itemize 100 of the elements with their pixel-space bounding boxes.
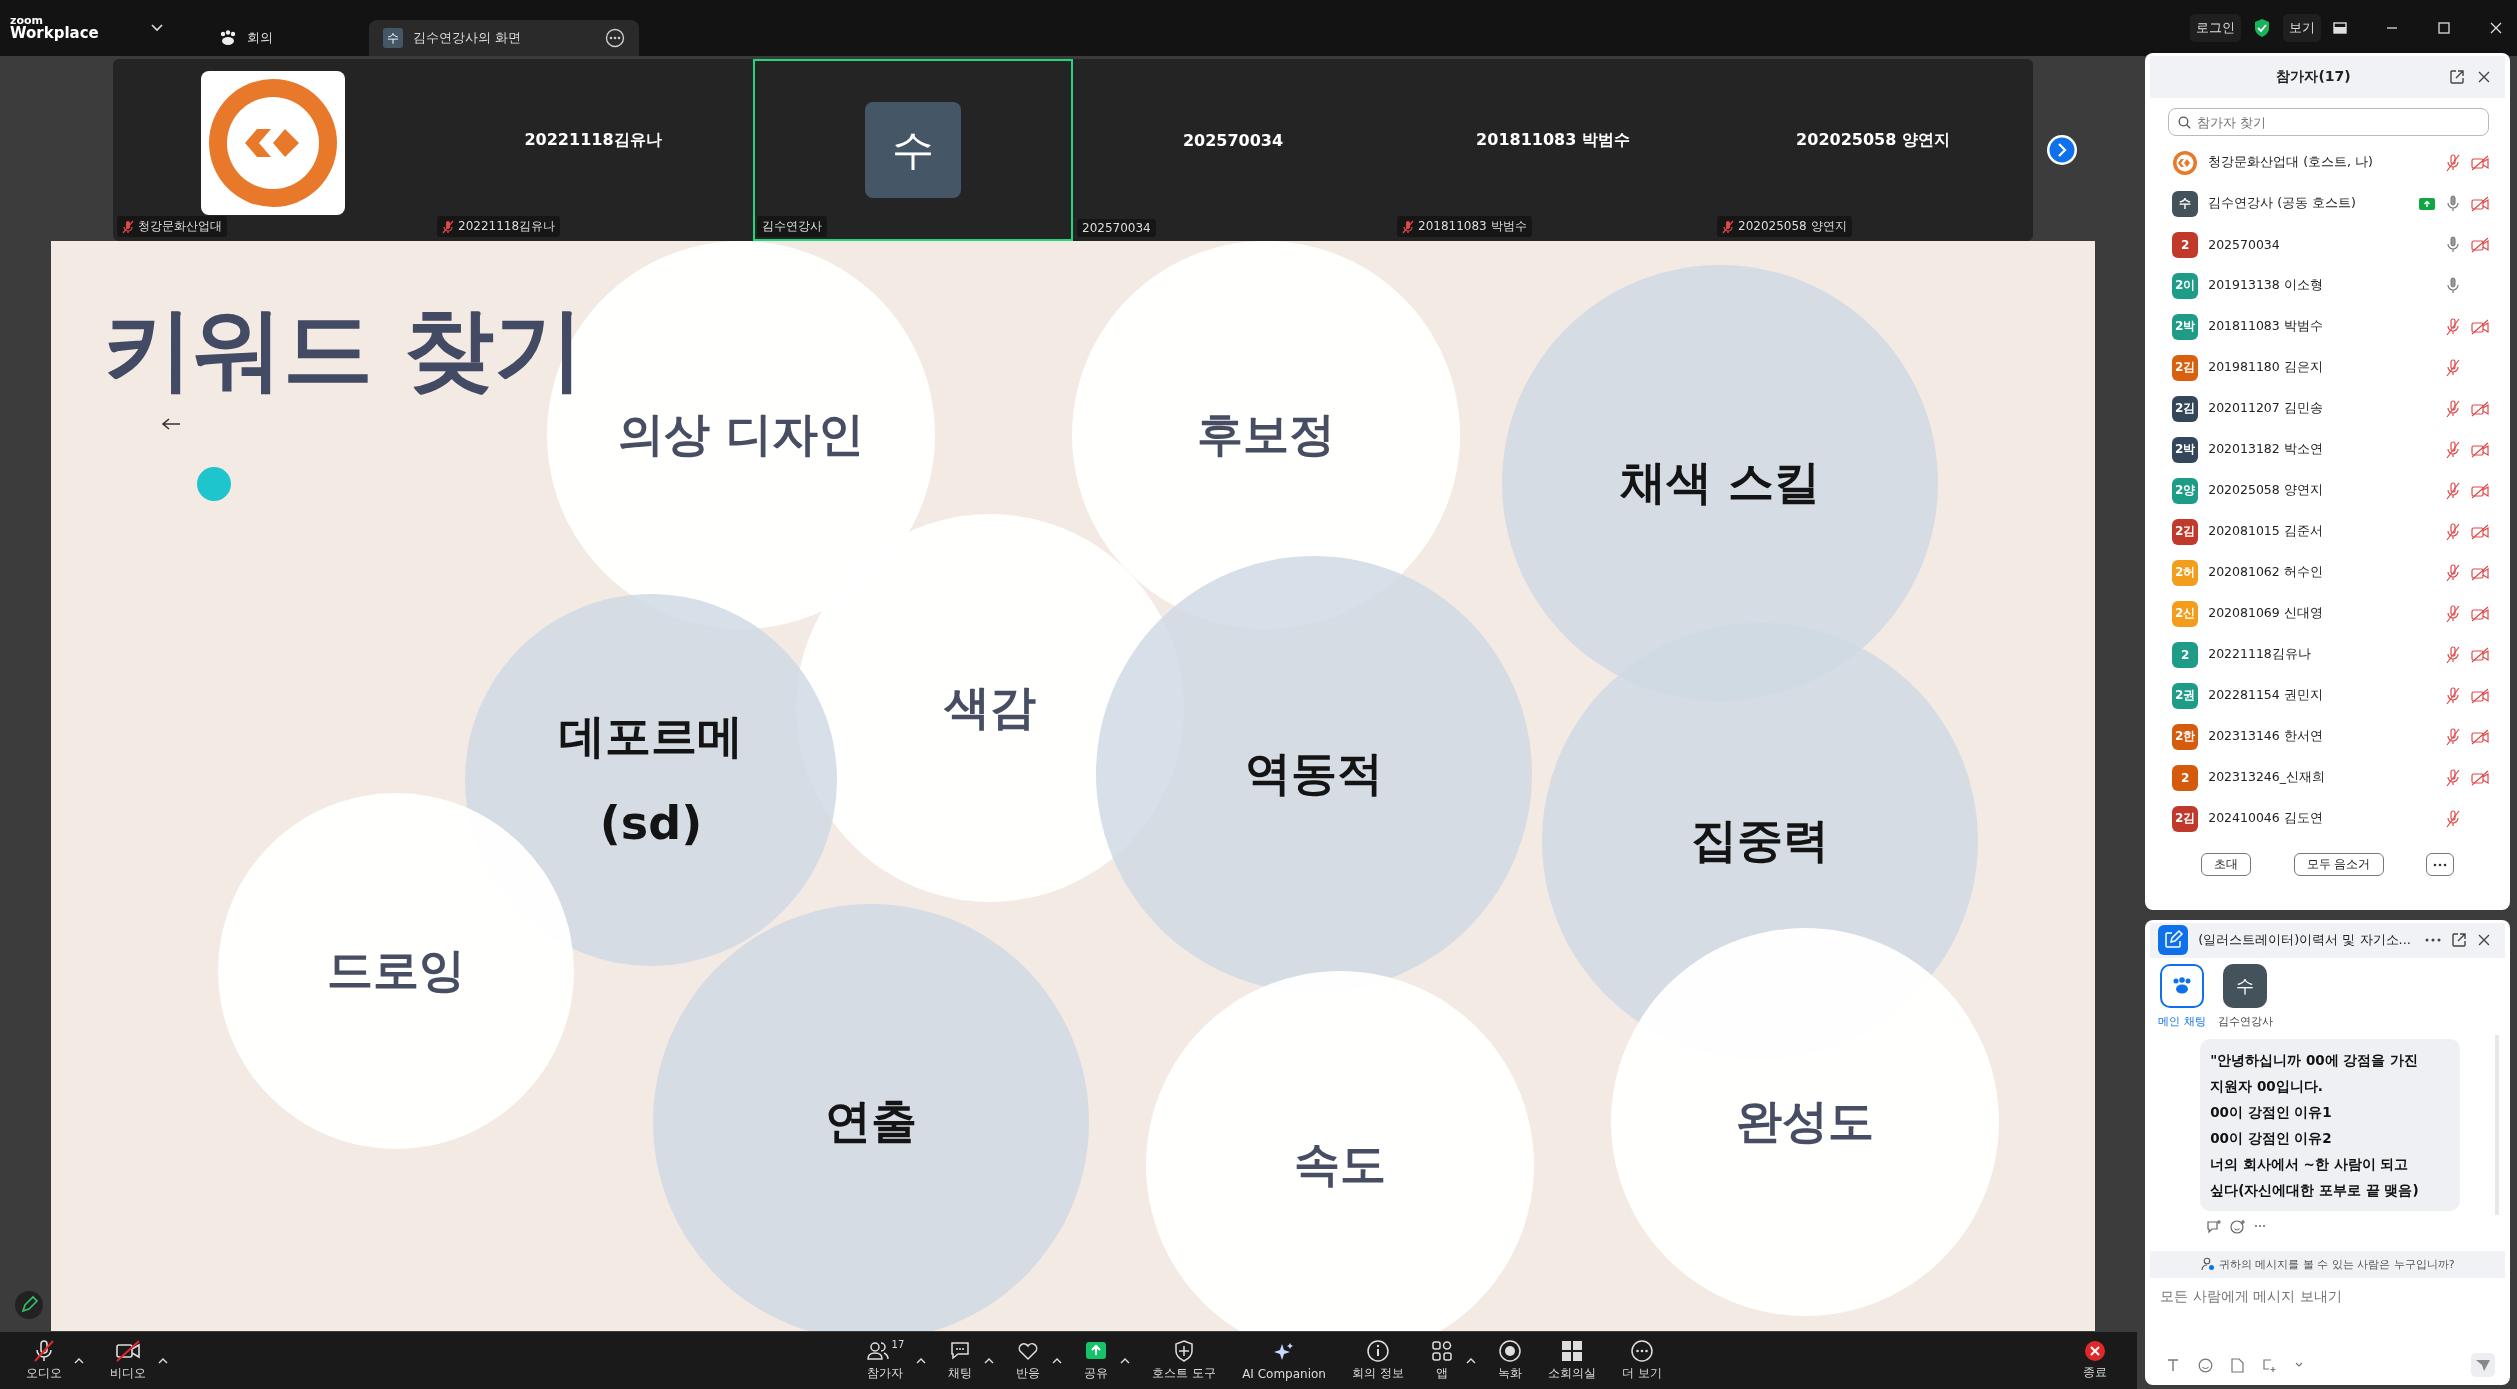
video-off-icon[interactable] — [2471, 687, 2489, 704]
avatar-icon: 2김 — [2172, 395, 2199, 422]
video-tile[interactable]: 20221118김유나 20221118김유나 — [433, 59, 753, 241]
muted-microphone-icon[interactable] — [2445, 358, 2461, 377]
more-icon[interactable] — [2425, 938, 2441, 943]
participant-row[interactable]: 청강문화산업대 (호스트, 나) — [2150, 142, 2505, 183]
file-icon[interactable] — [2231, 1357, 2245, 1373]
video-off-icon[interactable] — [2471, 769, 2489, 786]
muted-microphone-icon[interactable] — [2445, 809, 2461, 828]
participant-row[interactable]: 2김 201981180 김은지 — [2150, 347, 2505, 388]
participant-row[interactable]: 2신 202081069 신대영 — [2150, 593, 2505, 634]
screenshot-icon[interactable] — [2262, 1357, 2278, 1373]
close-icon[interactable] — [2477, 70, 2491, 84]
participant-row[interactable]: 2허 202081062 허수인 — [2150, 552, 2505, 593]
participant-row[interactable]: 2양 202025058 양연지 — [2150, 470, 2505, 511]
edit-icon[interactable] — [2158, 925, 2189, 956]
participant-row[interactable]: 2 20221118김유나 — [2150, 634, 2505, 675]
participant-row[interactable]: 2박 201811083 박범수 — [2150, 306, 2505, 347]
participant-row[interactable]: 2권 202281154 권민지 — [2150, 675, 2505, 716]
video-tile[interactable]: 청강문화산업대 — [113, 59, 433, 241]
share-button[interactable]: 공유 — [1080, 1337, 1113, 1384]
participant-row[interactable]: 2 202570034 — [2150, 224, 2505, 265]
panel-button[interactable]: 모두 음소거 — [2293, 853, 2384, 876]
text-format-icon[interactable] — [2166, 1358, 2181, 1372]
video-off-icon[interactable] — [2471, 441, 2489, 458]
view-button[interactable]: 보기 — [2283, 14, 2321, 42]
window-tab[interactable]: 회의 — [204, 20, 287, 56]
emoji-icon[interactable] — [2198, 1357, 2214, 1373]
muted-microphone-icon[interactable] — [2445, 686, 2461, 705]
keyword-label: 색감 — [944, 679, 1036, 737]
avatar-icon: 2박 — [2172, 436, 2199, 463]
panel-button[interactable]: 초대 — [2201, 853, 2252, 876]
participant-row[interactable]: 2 202313246_신재희 — [2150, 757, 2505, 798]
muted-microphone-icon[interactable] — [2445, 727, 2461, 746]
participant-row[interactable]: 2김 202081015 김준서 — [2150, 511, 2505, 552]
login-button[interactable]: 로그인 — [2190, 14, 2241, 42]
add-emoji-icon[interactable] — [2230, 1219, 2247, 1234]
video-tile[interactable]: 수 김수연강사 — [753, 59, 1073, 241]
participant-row[interactable]: 수 김수연강사 (공동 호스트) — [2150, 183, 2505, 224]
breakout-rooms-button[interactable]: 소회의실 — [1543, 1337, 1600, 1384]
muted-microphone-icon[interactable] — [2445, 481, 2461, 500]
reply-icon[interactable] — [2206, 1219, 2223, 1234]
name-label: 202570034 — [1077, 219, 1156, 237]
participant-row[interactable]: 2박 202013182 박소연 — [2150, 429, 2505, 470]
more-button[interactable]: 더 보기 — [1617, 1337, 1666, 1384]
video-off-icon[interactable] — [2471, 523, 2489, 540]
apps-button[interactable]: 앱 — [1425, 1337, 1458, 1384]
close-icon[interactable] — [2477, 933, 2491, 948]
participant-row[interactable]: 2한 202313146 한서연 — [2150, 716, 2505, 757]
video-off-icon[interactable] — [2471, 195, 2489, 212]
meeting-info-button[interactable]: 회의 정보 — [1347, 1337, 1408, 1384]
video-off-icon[interactable] — [2471, 646, 2489, 663]
search-field[interactable]: 참가자 찾기 — [2168, 108, 2489, 136]
microphone-icon[interactable] — [2445, 194, 2461, 213]
video-off-icon[interactable] — [2471, 482, 2489, 499]
pop-out-icon[interactable] — [2449, 69, 2465, 85]
next-arrow-button[interactable] — [2046, 134, 2078, 166]
reactions-button[interactable]: 반응 — [1012, 1337, 1045, 1384]
chat-button[interactable]: 채팅 — [944, 1337, 977, 1384]
privacy-notice[interactable]: 귀하의 메시지를 볼 수 있는 사람은 누구입니까? — [2150, 1251, 2505, 1278]
participant-row[interactable]: 2김 202011207 김민송 — [2150, 388, 2505, 429]
pen-icon[interactable] — [14, 1290, 44, 1320]
video-off-icon[interactable] — [2471, 236, 2489, 253]
video-off-icon[interactable] — [2471, 400, 2489, 417]
microphone-icon[interactable] — [2445, 235, 2461, 254]
muted-microphone-icon[interactable] — [2445, 768, 2461, 787]
microphone-icon[interactable] — [2445, 276, 2461, 295]
video-tile[interactable]: 202570034 202570034 — [1073, 59, 1393, 241]
more-button[interactable] — [2425, 853, 2454, 876]
end-meeting-button[interactable]: 종료 — [2079, 1338, 2112, 1383]
ai-companion-button[interactable]: AI Companion — [1238, 1338, 1330, 1383]
muted-microphone-icon[interactable] — [2445, 563, 2461, 582]
muted-microphone-icon[interactable] — [2445, 645, 2461, 664]
video-button[interactable]: 비디오 — [106, 1337, 150, 1384]
muted-microphone-icon[interactable] — [2445, 399, 2461, 418]
audio-button[interactable]: 오디오 — [22, 1337, 66, 1384]
video-off-icon[interactable] — [2471, 605, 2489, 622]
participant-row[interactable]: 2이 201913138 이소형 — [2150, 265, 2505, 306]
window-tab[interactable]: 수 김수연강사의 화면 — [368, 20, 639, 56]
grid-icon[interactable] — [2333, 22, 2347, 34]
video-off-icon[interactable] — [2471, 564, 2489, 581]
send-icon[interactable] — [2471, 1353, 2495, 1377]
video-off-icon[interactable] — [2471, 318, 2489, 335]
participant-row[interactable]: 2김 202410046 김도연 — [2150, 798, 2505, 839]
maximize-icon[interactable] — [2437, 21, 2451, 35]
muted-microphone-icon[interactable] — [2445, 522, 2461, 541]
keyword-label: 의상 디자인 — [618, 406, 864, 464]
muted-microphone-icon[interactable] — [2445, 317, 2461, 336]
video-off-icon[interactable] — [2471, 728, 2489, 745]
pop-out-icon[interactable] — [2451, 932, 2467, 949]
video-off-icon[interactable] — [2471, 154, 2489, 171]
video-tile[interactable]: 202025058 양연지 202025058 양연지 — [1713, 59, 2033, 241]
muted-microphone-icon[interactable] — [2445, 604, 2461, 623]
more-icon[interactable] — [604, 28, 625, 48]
host-tools-button[interactable]: 호스트 도구 — [1148, 1337, 1221, 1384]
video-tile[interactable]: 201811083 박범수 201811083 박범수 — [1393, 59, 1713, 241]
muted-microphone-icon[interactable] — [2445, 440, 2461, 459]
muted-microphone-icon[interactable] — [2445, 153, 2461, 172]
record-button[interactable]: 녹화 — [1493, 1337, 1526, 1384]
participants-button[interactable]: 17 참가자 — [861, 1337, 909, 1384]
